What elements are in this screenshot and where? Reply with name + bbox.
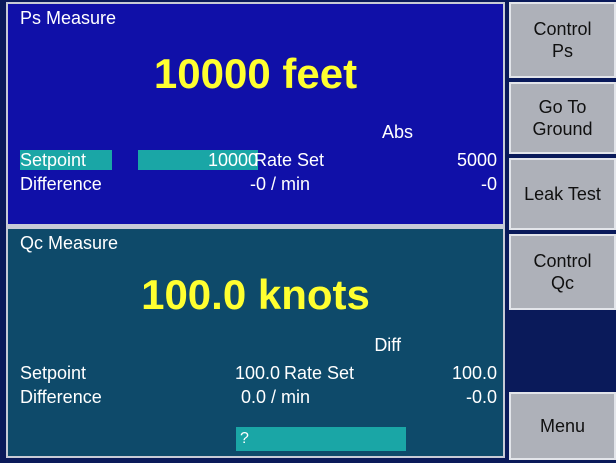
qc-panel-title: Qc Measure [20,233,119,253]
ps-panel-title: Ps Measure [20,8,117,28]
ps-rate-set-value: 5000 [456,150,497,170]
qc-rate-set-label: Rate Set [284,363,355,383]
qc-difference-value: -0.0 [465,387,497,407]
ps-setpoint-label[interactable]: Setpoint [20,150,112,170]
ps-difference-row: Difference -0 / min -0 [8,174,503,196]
qc-difference-label: Difference [20,387,102,407]
ps-measure-panel: Ps Measure 10000 feet Abs Setpoint 10000… [6,2,505,226]
ps-difference-label: Difference [20,174,102,194]
control-qc-button[interactable]: Control Qc [509,234,616,310]
ps-altitude-reading: 10000 feet [153,50,358,97]
qc-difference-row: Difference 0.0 / min -0.0 [8,387,503,409]
ps-rate-set-label: Rate Set [254,150,325,170]
ps-mode-label: Abs [381,122,413,142]
ps-difference-value: -0 [480,174,497,194]
pressure-controller-screen: Ps Measure 10000 feet Abs Setpoint 10000… [0,0,616,463]
value-entry-field[interactable]: ? [236,427,406,451]
leak-test-button[interactable]: Leak Test [509,158,616,230]
control-ps-button[interactable]: Control Ps [509,2,616,78]
qc-measure-panel: Qc Measure 100.0 knots Diff Setpoint 100… [6,226,505,458]
qc-mode-label: Diff [374,335,401,355]
menu-label: Menu [539,416,586,436]
ps-setpoint-value[interactable]: 10000 [138,150,258,170]
qc-setpoint-value[interactable]: 100.0 [190,363,280,384]
qc-airspeed-reading: 100.0 knots [141,271,370,318]
ps-rate-value: -0 / min [249,174,310,194]
control-qc-label: Control Qc [533,251,592,293]
go-to-ground-button[interactable]: Go To Ground [509,82,616,154]
qc-rate-set-value: 100.0 [451,363,497,383]
ps-setpoint-row: Setpoint 10000 Rate Set 5000 [8,150,503,172]
leak-test-label: Leak Test [524,184,601,204]
qc-setpoint-label[interactable]: Setpoint [20,363,86,384]
menu-button[interactable]: Menu [509,392,616,460]
qc-rate-value: 0.0 / min [240,387,310,407]
qc-setpoint-row: Setpoint 100.0 Rate Set 100.0 [8,363,503,385]
go-to-ground-label: Go To Ground [532,97,593,139]
control-ps-label: Control Ps [533,19,592,61]
